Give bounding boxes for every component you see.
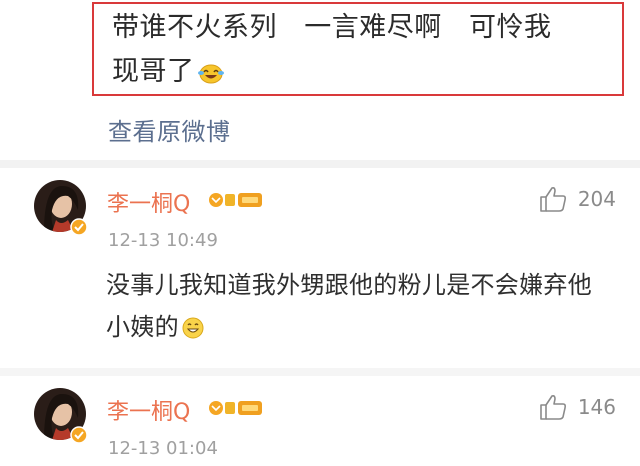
comment-username[interactable]: 李一桐Q	[107, 394, 190, 426]
post-area: 带谁不火系列 一言难尽啊 可怜我 现哥了 查看原微博	[0, 0, 640, 160]
comment-item: 李一桐Q 12-13 01:04 146	[0, 376, 640, 466]
like-button[interactable]: 146	[538, 392, 616, 422]
comment-timestamp: 12-13 01:04	[108, 438, 218, 459]
user-badges-icon	[209, 193, 262, 207]
verified-badge-icon	[70, 218, 88, 236]
section-divider	[0, 160, 640, 168]
like-count: 204	[577, 187, 616, 211]
like-count: 146	[577, 395, 616, 419]
user-badges-icon	[209, 401, 262, 415]
view-original-weibo-link[interactable]: 查看原微博	[108, 112, 231, 147]
comment-username[interactable]: 李一桐Q	[107, 186, 190, 218]
verified-badge-icon	[70, 426, 88, 444]
post-text: 带谁不火系列 一言难尽啊 可怜我 现哥了	[112, 6, 622, 94]
highlighted-post-box: 带谁不火系列 一言难尽啊 可怜我 现哥了	[92, 2, 624, 96]
comment-divider	[0, 368, 640, 376]
post-text-line1: 带谁不火系列 一言难尽啊 可怜我	[112, 12, 552, 43]
post-text-line2: 现哥了	[112, 56, 195, 87]
thumbs-up-icon	[540, 187, 566, 212]
thumbs-up-icon	[540, 395, 566, 420]
grin-emoji-icon	[182, 317, 204, 339]
comment-text: 没事儿我知道我外甥跟他的粉儿是不会嫌弃他小姨的	[106, 264, 596, 348]
comment-text-body: 没事儿我知道我外甥跟他的粉儿是不会嫌弃他小姨的	[106, 271, 592, 341]
like-button[interactable]: 204	[538, 184, 616, 214]
comment-item: 李一桐Q 12-13 10:49 204 没事儿我知道我外甥跟他的粉儿是不会嫌弃…	[0, 168, 640, 368]
laugh-cry-emoji-icon	[197, 64, 224, 83]
comment-timestamp: 12-13 10:49	[108, 230, 218, 251]
